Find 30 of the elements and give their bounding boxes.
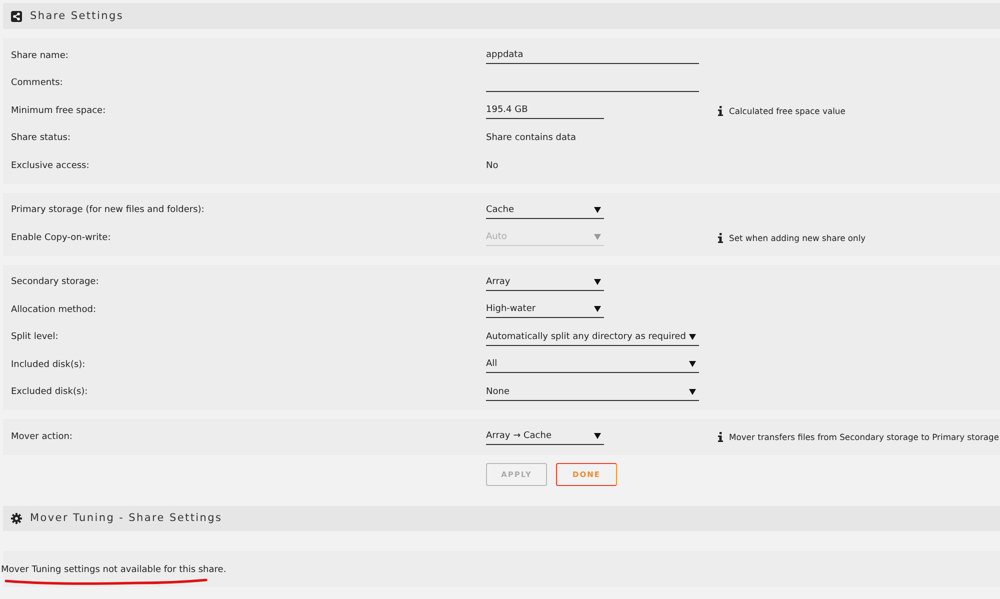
dropdown[interactable]: High-water [486, 301, 604, 318]
field-label: Comments: [10, 78, 64, 88]
field-label: Included disk(s): [10, 360, 86, 370]
hint-text: Set when adding new share only [729, 232, 866, 243]
section-title: Mover Tuning - Share Settings [30, 512, 222, 524]
field-label: Excluded disk(s): [10, 387, 89, 398]
dropdown[interactable]: Automatically split any directory as required [486, 328, 699, 346]
field-label: Minimum free space: [10, 106, 107, 116]
dropdown[interactable]: Cache [486, 202, 604, 219]
dropdown[interactable]: None [486, 384, 699, 401]
field-value: Share contains data [486, 133, 576, 144]
field-label: Split level: [10, 332, 60, 342]
dropdown[interactable]: All [486, 356, 699, 374]
input-field[interactable]: 195.4 GB [486, 102, 604, 120]
input-field[interactable]: appdata [486, 47, 699, 64]
field-label: Share status: [10, 133, 72, 144]
field-value: No [486, 160, 498, 171]
field-label: Secondary storage: [10, 277, 100, 288]
field-label: Mover action: [10, 432, 74, 442]
field-label: Enable Copy-on-write: [10, 232, 112, 243]
notice-text: Mover Tuning settings not available for this share. [1, 564, 226, 574]
field-label: Exclusive access: [10, 160, 90, 171]
hint-text: Mover transfers files from Secondary storage to Primary storage [729, 432, 999, 442]
dropdown[interactable]: Array [486, 274, 604, 291]
section-title: Share Settings [30, 10, 124, 22]
hint-text: Calculated free space value [729, 106, 846, 116]
field-label: Allocation method: [10, 304, 98, 315]
dropdown[interactable]: Array → Cache [486, 428, 604, 446]
field-label: Primary storage (for new files and folders): [10, 205, 206, 216]
field-label: Share name: [10, 50, 70, 61]
